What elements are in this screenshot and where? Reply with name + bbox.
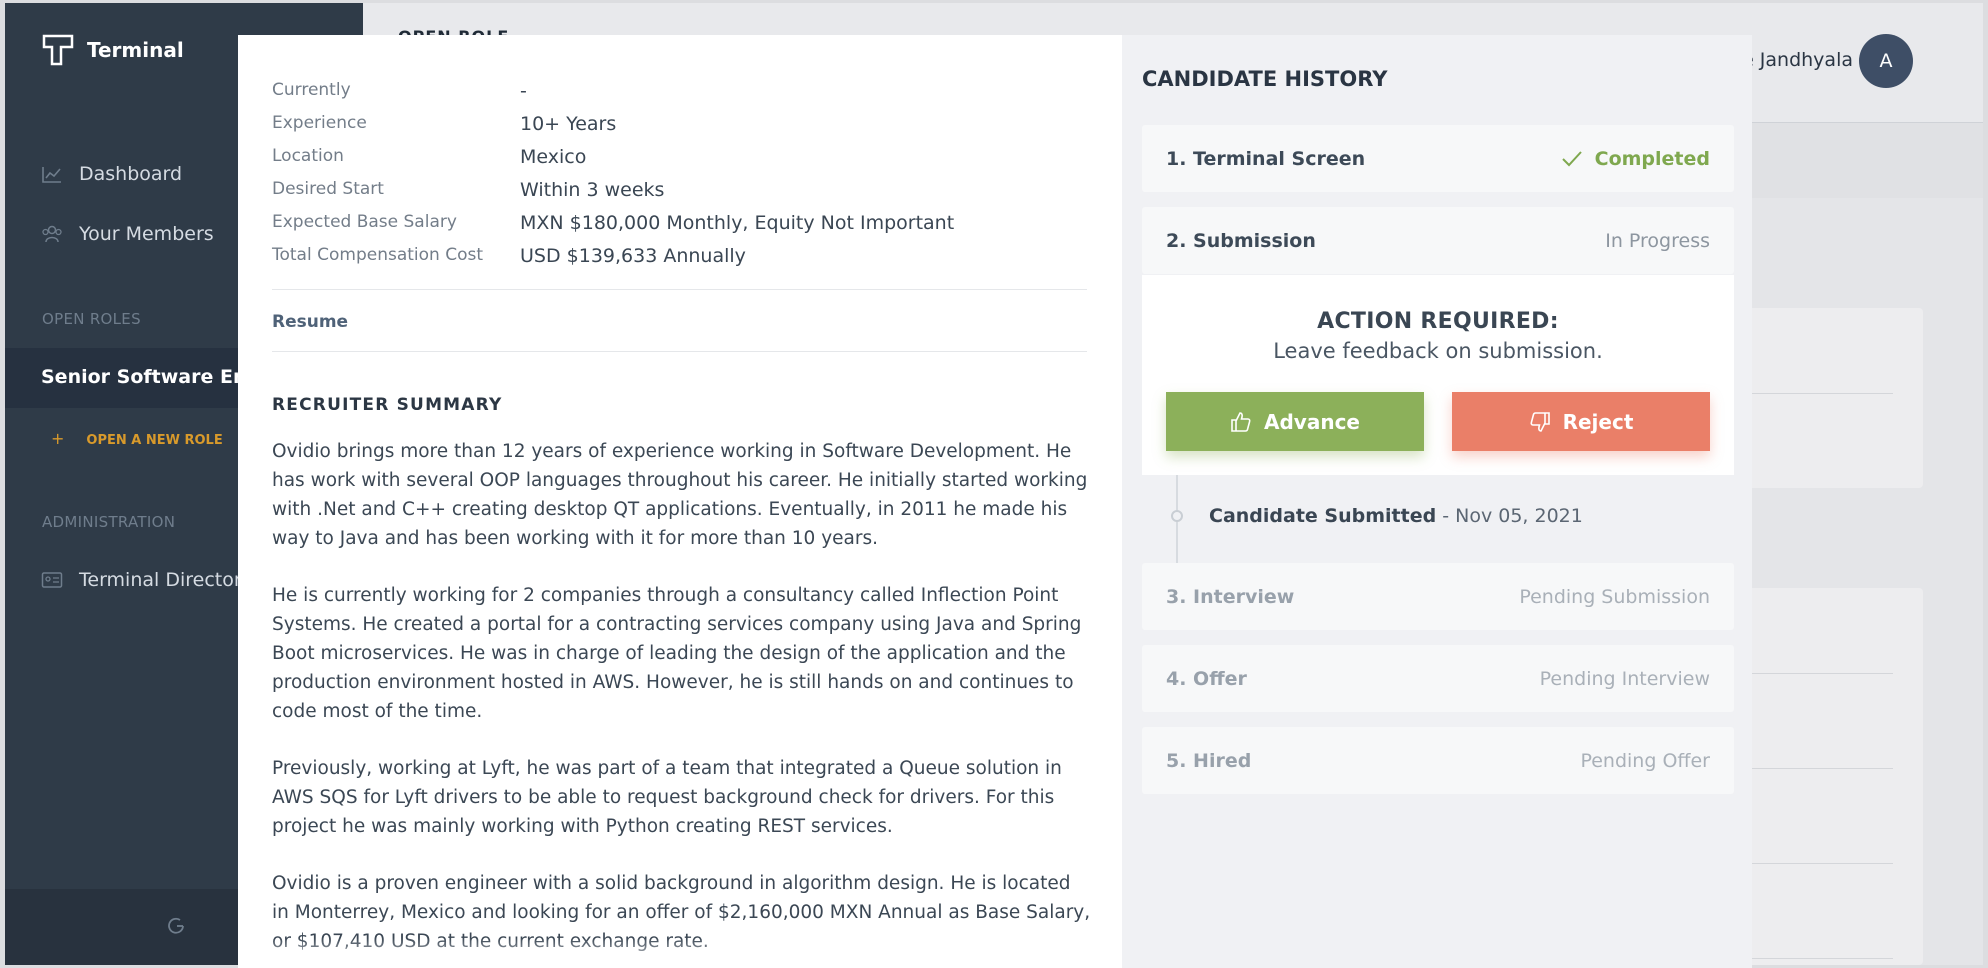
action-required-subtitle: Leave feedback on submission. [1273, 339, 1603, 363]
active-role-label: Senior Software Engi [41, 366, 267, 388]
plus-icon: + [51, 429, 65, 448]
app-viewport: Terminal Dashboard Your Members OPEN ROL… [0, 0, 1988, 968]
detail-value: - [520, 80, 527, 102]
members-icon [42, 225, 62, 243]
stage-terminal-screen[interactable]: 1. Terminal Screen Completed [1142, 125, 1734, 192]
detail-row-total-compensation: Total Compensation Cost USD $139,633 Ann… [272, 245, 746, 267]
stage-status: In Progress [1605, 229, 1710, 252]
stage-submission[interactable]: 2. Submission In Progress [1142, 207, 1734, 274]
refresh-icon[interactable] [165, 915, 187, 937]
logo[interactable]: Terminal [41, 33, 184, 67]
open-new-role-link[interactable]: + OPEN A NEW ROLE [51, 429, 223, 448]
sidebar-item-label: Dashboard [79, 163, 183, 185]
stage-name: 1. Terminal Screen [1166, 147, 1366, 170]
advance-button[interactable]: Advance [1166, 392, 1424, 451]
sidebar-item-dashboard[interactable]: Dashboard [41, 163, 182, 185]
summary-paragraph: Previously, working at Lyft, he was part… [272, 758, 1062, 837]
divider [272, 351, 1087, 352]
stage-name: 2. Submission [1166, 229, 1316, 252]
check-icon [1561, 150, 1582, 166]
detail-row-experience: Experience 10+ Years [272, 113, 616, 135]
advance-button-label: Advance [1264, 409, 1360, 434]
stage-status: Completed [1561, 148, 1710, 170]
detail-row-expected-base-salary: Expected Base Salary MXN $180,000 Monthl… [272, 212, 954, 234]
detail-label: Experience [272, 113, 367, 133]
user-name[interactable]: e Jandhyala [1742, 49, 1853, 71]
sidebar-item-your-members[interactable]: Your Members [41, 223, 214, 245]
stage-interview[interactable]: 3. Interview Pending Submission [1142, 563, 1734, 630]
detail-label: Expected Base Salary [272, 212, 457, 232]
timeline-event-label: Candidate Submitted [1209, 505, 1437, 527]
sidebar-item-label: Terminal Directory [79, 569, 253, 591]
open-roles-heading: OPEN ROLES [42, 310, 141, 328]
thumbs-up-icon [1231, 411, 1251, 432]
timeline-event-date: - Nov 05, 2021 [1436, 505, 1583, 527]
candidate-modal: Currently - Experience 10+ Years Locatio… [238, 35, 1752, 968]
detail-value: USD $139,633 Annually [520, 245, 746, 267]
stage-offer[interactable]: 4. Offer Pending Interview [1142, 645, 1734, 712]
candidate-history-panel: CANDIDATE HISTORY 1. Terminal Screen Com… [1122, 35, 1752, 968]
timeline-event: Candidate Submitted - Nov 05, 2021 [1209, 505, 1583, 527]
summary-paragraph: Ovidio brings more than 12 years of expe… [272, 441, 1088, 549]
detail-value: Within 3 weeks [520, 179, 665, 201]
detail-value: MXN $180,000 Monthly, Equity Not Importa… [520, 212, 955, 234]
divider [272, 289, 1087, 290]
stage-status: Pending Submission [1519, 585, 1710, 608]
detail-row-location: Location Mexico [272, 146, 586, 168]
stage-status: Pending Offer [1580, 749, 1710, 772]
summary-paragraph: He is currently working for 2 companies … [272, 585, 1082, 722]
stage-status: Pending Interview [1539, 667, 1710, 690]
action-required-title: ACTION REQUIRED: [1317, 309, 1559, 334]
stage-name: 5. Hired [1166, 749, 1252, 772]
stage-status-label: Completed [1594, 147, 1710, 170]
background-card [1743, 308, 1923, 488]
open-new-role-label: OPEN A NEW ROLE [86, 433, 223, 448]
scroll-fade [238, 938, 1122, 968]
resume-link[interactable]: Resume [272, 312, 348, 332]
detail-value: Mexico [520, 146, 587, 168]
avatar[interactable]: A [1859, 34, 1913, 88]
thumbs-down-icon [1530, 411, 1550, 432]
detail-label: Total Compensation Cost [272, 245, 483, 265]
timeline-dot [1171, 510, 1183, 522]
detail-label: Desired Start [272, 179, 384, 199]
detail-row-desired-start: Desired Start Within 3 weeks [272, 179, 664, 201]
detail-value: 10+ Years [520, 113, 617, 135]
candidate-history-title: CANDIDATE HISTORY [1142, 67, 1388, 91]
background-card [1743, 588, 1923, 965]
logo-text: Terminal [87, 38, 184, 62]
stage-name: 3. Interview [1166, 585, 1295, 608]
sidebar-item-terminal-directory[interactable]: Terminal Directory [41, 569, 253, 591]
stage-name: 4. Offer [1166, 667, 1247, 690]
chart-icon [42, 167, 61, 183]
terminal-logo-icon [42, 34, 74, 66]
detail-label: Currently [272, 80, 351, 100]
action-required-box: ACTION REQUIRED: Leave feedback on submi… [1142, 275, 1734, 475]
detail-row-currently: Currently - [272, 80, 527, 102]
reject-button-label: Reject [1562, 409, 1634, 434]
reject-button[interactable]: Reject [1452, 392, 1710, 451]
stage-hired[interactable]: 5. Hired Pending Offer [1142, 727, 1734, 794]
candidate-details-panel: Currently - Experience 10+ Years Locatio… [238, 35, 1122, 968]
administration-heading: ADMINISTRATION [42, 513, 176, 531]
sidebar-item-label: Your Members [79, 223, 214, 245]
directory-icon [41, 572, 63, 588]
recruiter-summary-heading: RECRUITER SUMMARY [272, 395, 503, 415]
detail-label: Location [272, 146, 344, 166]
